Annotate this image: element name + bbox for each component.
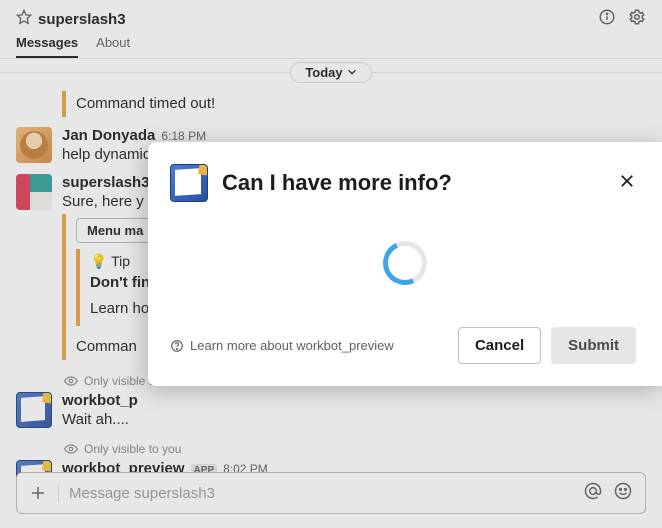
learn-more-link[interactable]: Learn more about workbot_preview [170,338,448,353]
dialog-title: Can I have more info? [222,170,604,196]
cancel-button[interactable]: Cancel [458,327,541,364]
dialog: Can I have more info? Learn more about w… [148,142,662,386]
help-icon [170,339,184,353]
loading-spinner [377,234,433,290]
dialog-app-icon [170,164,208,202]
submit-button[interactable]: Submit [551,327,636,364]
close-button[interactable] [618,172,636,195]
close-icon [618,172,636,190]
